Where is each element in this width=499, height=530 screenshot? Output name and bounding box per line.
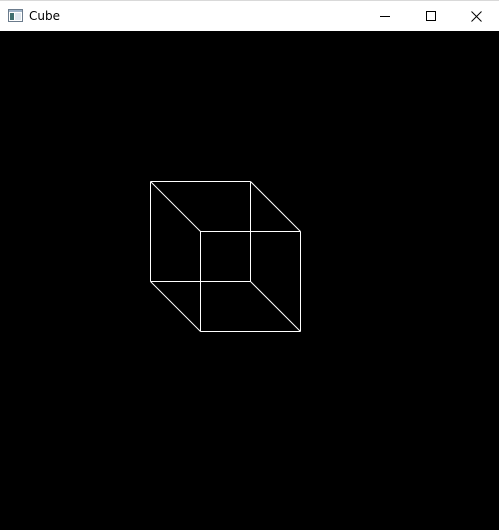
- cube-edge: [150, 281, 201, 332]
- title-bar[interactable]: Cube: [0, 0, 499, 31]
- maximize-button[interactable]: [408, 1, 454, 31]
- maximize-icon: [426, 11, 436, 21]
- cube-edge: [250, 281, 301, 332]
- app-window-icon: [8, 9, 23, 22]
- app-window: Cube: [0, 0, 499, 530]
- window-title: Cube: [29, 9, 60, 23]
- wireframe-cube: [150, 181, 301, 332]
- cube-edge: [250, 181, 301, 232]
- minimize-button[interactable]: [362, 1, 408, 31]
- cube-edge: [150, 181, 201, 232]
- render-canvas[interactable]: [0, 31, 499, 530]
- minimize-icon: [380, 16, 390, 17]
- close-button[interactable]: [453, 1, 499, 31]
- close-icon: [470, 10, 482, 22]
